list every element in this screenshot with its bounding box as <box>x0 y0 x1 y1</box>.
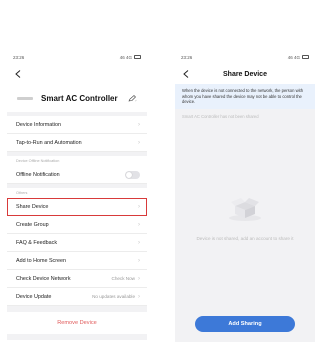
tap-to-run-row[interactable]: Tap-to-Run and Automation › <box>7 134 147 152</box>
row-label: Check Device Network <box>16 275 71 282</box>
device-name: Smart AC Controller <box>41 93 118 103</box>
battery-icon <box>134 55 141 59</box>
share-device-row[interactable]: Share Device › <box>7 198 147 216</box>
row-label: Device Information <box>16 121 61 128</box>
status-time: 23:26 <box>181 54 193 60</box>
device-settings-screen: 23:26 46 4G Smart AC Controller Device I… <box>7 50 147 340</box>
row-label: Device Update <box>16 293 52 300</box>
chevron-right-icon: › <box>138 257 140 264</box>
chevron-right-icon: › <box>138 239 140 246</box>
row-label: Offline Notification <box>16 171 60 178</box>
back-arrow-icon[interactable] <box>181 69 191 79</box>
add-sharing-button[interactable]: Add Sharing <box>195 316 295 332</box>
battery-icon <box>302 55 309 59</box>
device-update-row[interactable]: Device Update No updates available › <box>7 288 147 306</box>
others-section-label: Others <box>7 188 147 198</box>
chevron-right-icon: › <box>138 121 140 128</box>
status-time: 23:26 <box>13 54 25 60</box>
status-bar: 23:26 46 4G <box>175 50 315 64</box>
back-arrow-icon[interactable] <box>13 69 23 79</box>
nav-bar: Share Device <box>175 64 315 84</box>
create-group-row[interactable]: Create Group › <box>7 216 147 234</box>
offline-section-label: Device Offline Notification <box>7 156 147 166</box>
add-to-home-screen-row[interactable]: Add to Home Screen › <box>7 252 147 270</box>
status-bar: 23:26 46 4G <box>7 50 147 64</box>
chevron-right-icon: › <box>138 139 140 146</box>
row-label: Add to Home Screen <box>16 257 67 264</box>
row-label: Share Device <box>16 203 49 210</box>
row-value: No updates available <box>92 294 135 299</box>
nav-bar <box>7 64 147 84</box>
row-label: Tap-to-Run and Automation <box>16 139 82 146</box>
chevron-right-icon: › <box>138 275 140 282</box>
device-header: Smart AC Controller <box>7 84 147 112</box>
offline-notification-toggle[interactable] <box>125 170 140 179</box>
chevron-right-icon: › <box>138 293 140 300</box>
chevron-right-icon: › <box>138 203 140 210</box>
status-icons: 46 4G <box>120 55 141 60</box>
chevron-right-icon: › <box>138 221 140 228</box>
faq-feedback-row[interactable]: FAQ & Feedback › <box>7 234 147 252</box>
status-icons: 46 4G <box>288 55 309 60</box>
offline-notification-row: Offline Notification <box>7 166 147 184</box>
signal-text: 46 4G <box>119 54 132 60</box>
page-title: Share Device <box>223 70 267 78</box>
row-label: Create Group <box>16 221 49 228</box>
device-icon-placeholder <box>17 96 33 100</box>
row-value: Check Now <box>111 276 136 281</box>
row-label: FAQ & Feedback <box>16 239 58 246</box>
signal-text: 46 4G <box>287 54 300 60</box>
check-device-network-row[interactable]: Check Device Network Check Now › <box>7 270 147 288</box>
share-device-screen: 23:26 46 4G Share Device When the device… <box>175 50 315 342</box>
offline-warning-info: When the device is not connected to the … <box>175 84 315 109</box>
edit-icon[interactable] <box>123 93 137 103</box>
remove-device-button[interactable]: Remove Device <box>7 312 147 334</box>
empty-state-message: Device is not shared, add an account to … <box>196 236 294 241</box>
shared-status-text: Smart AC Controller has not been shared <box>182 113 259 119</box>
device-information-row[interactable]: Device Information › <box>7 116 147 134</box>
empty-box-illustration <box>225 193 265 223</box>
